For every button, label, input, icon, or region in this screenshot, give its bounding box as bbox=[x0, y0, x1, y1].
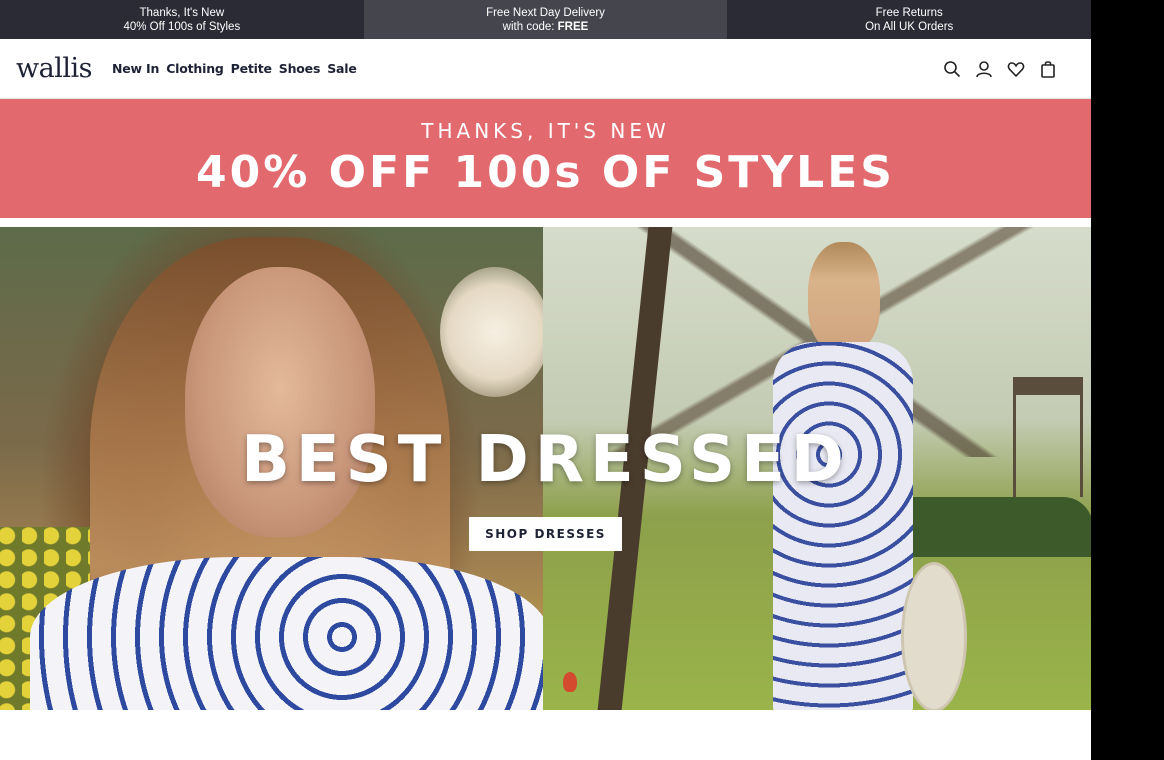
nav-sale[interactable]: Sale bbox=[327, 61, 357, 76]
promo-offer-detail: 40% Off 100s of Styles bbox=[123, 20, 241, 33]
wallis-logo[interactable]: wallis bbox=[16, 55, 92, 82]
promo-offer-title: Thanks, It's New bbox=[139, 6, 225, 19]
promo-delivery-title: Free Next Day Delivery bbox=[486, 6, 605, 19]
promo-offer[interactable]: Thanks, It's New 40% Off 100s of Styles bbox=[0, 0, 364, 39]
promo-delivery[interactable]: Free Next Day Delivery with code: FREE bbox=[363, 0, 728, 39]
promo-delivery-detail: with code: FREE bbox=[503, 20, 589, 34]
promo-delivery-code: FREE bbox=[557, 20, 589, 33]
promo-returns-detail: On All UK Orders bbox=[865, 20, 954, 33]
nav-new-in[interactable]: New In bbox=[112, 61, 159, 76]
window-edge bbox=[1091, 0, 1164, 760]
page: Thanks, It's New 40% Off 100s of Styles … bbox=[0, 0, 1091, 760]
shop-dresses-button[interactable]: SHOP DRESSES bbox=[469, 517, 622, 551]
main-nav: New In Clothing Petite Shoes Sale bbox=[112, 61, 357, 76]
below-fold-area bbox=[0, 710, 1091, 760]
promo-delivery-code-label: with code: bbox=[502, 20, 558, 33]
hero-overlay: BEST DRESSED SHOP DRESSES bbox=[0, 227, 1091, 710]
sale-banner-kicker: THANKS, IT'S NEW bbox=[421, 119, 670, 143]
header-actions bbox=[943, 60, 1057, 78]
sale-banner[interactable]: THANKS, IT'S NEW 40% OFF 100s OF STYLES bbox=[0, 99, 1091, 218]
wishlist-heart-icon[interactable] bbox=[1007, 60, 1025, 78]
hero-title: BEST DRESSED bbox=[241, 423, 850, 497]
account-icon[interactable] bbox=[975, 60, 993, 78]
hero-banner[interactable]: BEST DRESSED SHOP DRESSES bbox=[0, 227, 1091, 710]
promo-strip: Thanks, It's New 40% Off 100s of Styles … bbox=[0, 0, 1091, 39]
search-icon[interactable] bbox=[943, 60, 961, 78]
sale-banner-headline: 40% OFF 100s OF STYLES bbox=[196, 147, 895, 198]
nav-petite[interactable]: Petite bbox=[231, 61, 272, 76]
shopping-bag-icon[interactable] bbox=[1039, 60, 1057, 78]
promo-returns-title: Free Returns bbox=[875, 6, 943, 19]
nav-shoes[interactable]: Shoes bbox=[279, 61, 321, 76]
nav-clothing[interactable]: Clothing bbox=[166, 61, 224, 76]
promo-returns[interactable]: Free Returns On All UK Orders bbox=[727, 0, 1091, 39]
site-header: wallis New In Clothing Petite Shoes Sale bbox=[0, 39, 1091, 99]
